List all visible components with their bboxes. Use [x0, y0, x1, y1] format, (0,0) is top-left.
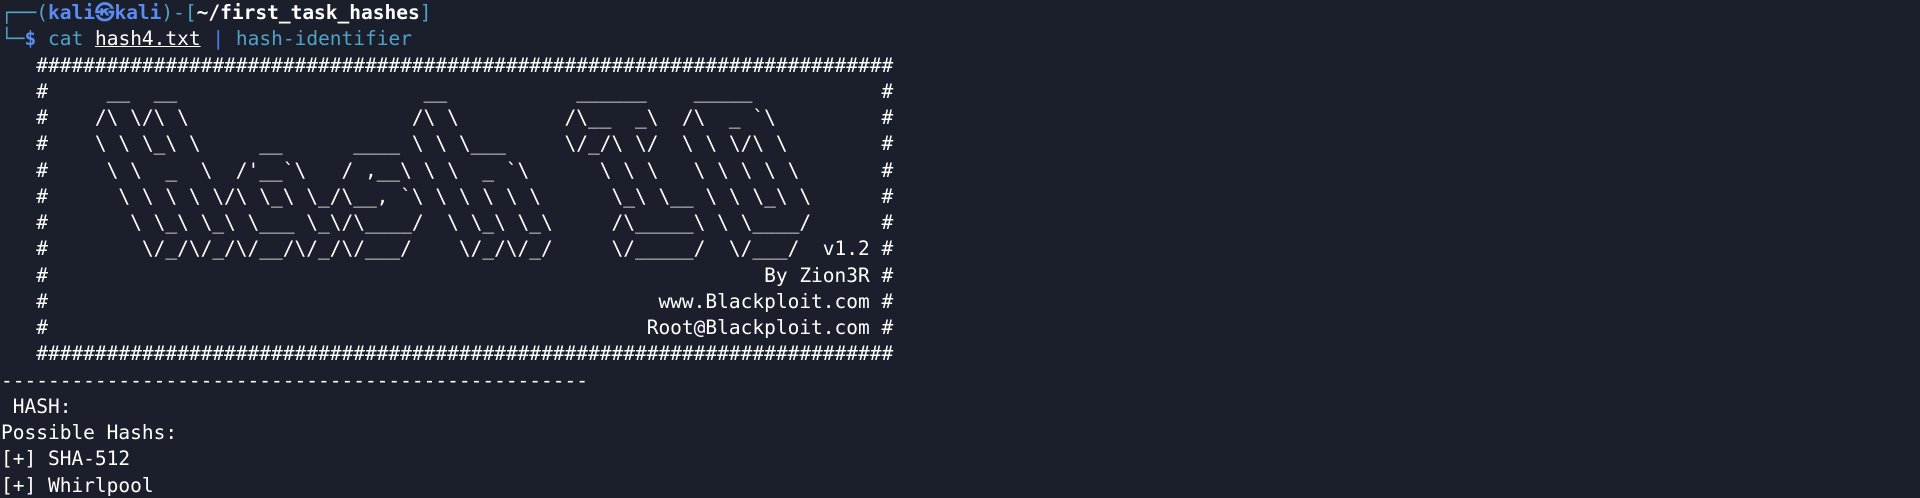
banner-line: # By Zion3R #	[1, 263, 894, 287]
banner-line: # \ \ _ \ /'__`\ / ,__\ \ \ _ `\ \ \ \ \…	[1, 158, 894, 182]
hash-result-item: [+] Whirlpool	[1, 473, 154, 497]
prompt-corner-bottom: └─	[1, 27, 25, 51]
banner-line: # \ \_\ \_\ \___ \_\/\____/ \ \_\ \_\ /\…	[1, 211, 894, 234]
separator-line: ----------------------------------------…	[1, 368, 588, 392]
banner-line: # www.Blackploit.com #	[1, 289, 894, 313]
prompt-dollar: $	[24, 27, 37, 51]
prompt-host: kali	[114, 1, 162, 24]
banner-line: # \/_/\/_/\/__/\/_/\/___/ \/_/\/_/ \/___…	[1, 237, 894, 261]
banner-line: # \ \ \_\ \ __ ____ \ \ \___ \/_/\ \/ \ …	[1, 132, 894, 156]
banner-line: # /\ \/\ \ /\ \ /\__ _\ /\ _ `\ #	[1, 106, 894, 129]
banner-line: ########################################…	[1, 342, 894, 366]
command-hash-identifier: hash-identifier	[235, 27, 412, 51]
possible-hashes-label: Possible Hashs:	[1, 421, 178, 444]
banner-line: # __ __ __ ______ _____ #	[1, 79, 894, 103]
pipe-symbol: |	[212, 27, 225, 51]
prompt-close-bracket: ]	[419, 1, 432, 24]
prompt-close-paren: )-[	[161, 1, 197, 24]
banner-line: ########################################…	[1, 53, 894, 77]
command-cat: cat	[47, 27, 84, 51]
hash-result-item: [+] SHA-512	[1, 447, 131, 471]
prompt-path: ~/first_task_hashes	[196, 1, 420, 24]
banner-line: # Root@Blackploit.com #	[1, 316, 894, 339]
prompt-corner-top: ┌──(	[1, 1, 48, 24]
prompt-line-command: └─$ cat hash4.txt | hash-identifier	[1, 26, 1920, 52]
terminal-window[interactable]: ┌──(kali㉿kali)-[~/first_task_hashes] └─$…	[0, 0, 1920, 498]
prompt-at-symbol: ㉿	[94, 1, 115, 24]
file-argument[interactable]: hash4.txt	[95, 27, 201, 50]
prompt-line-top: ┌──(kali㉿kali)-[~/first_task_hashes]	[1, 0, 1920, 26]
banner-line: # \ \ \ \ \/\ \_\ \_/\__, `\ \ \ \ \ \ \…	[1, 184, 894, 208]
prompt-user: kali	[47, 1, 95, 24]
hash-label: HASH:	[1, 394, 84, 418]
